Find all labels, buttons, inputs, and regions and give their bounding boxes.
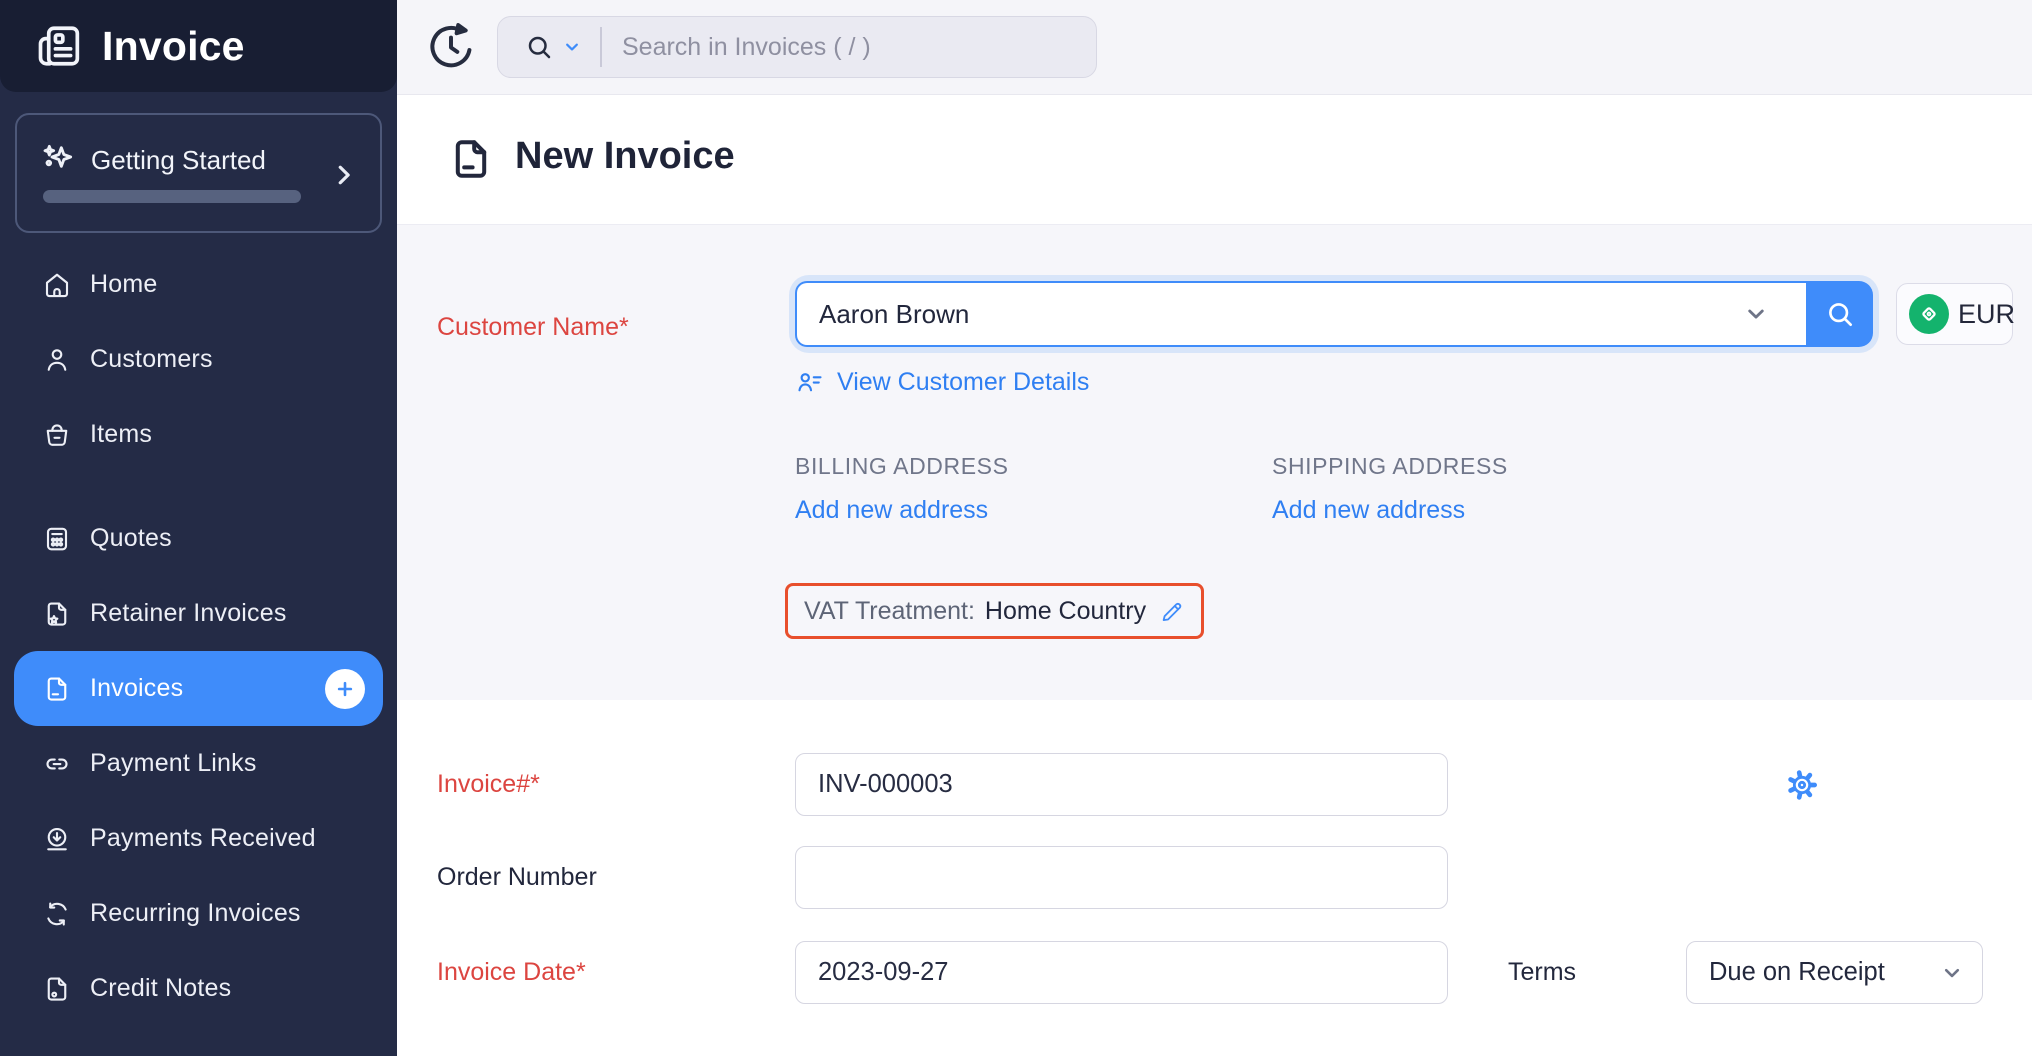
new-invoice-doc-icon bbox=[447, 135, 495, 183]
billing-add-address-link[interactable]: Add new address bbox=[795, 496, 988, 525]
arrow-down-circle-icon bbox=[42, 824, 72, 854]
pencil-icon[interactable] bbox=[1158, 598, 1185, 625]
customer-search-button[interactable] bbox=[1806, 281, 1873, 347]
search-divider bbox=[600, 27, 602, 67]
sidebar-item-label: Recurring Invoices bbox=[90, 899, 301, 928]
vat-treatment-box: VAT Treatment: Home Country bbox=[785, 583, 1204, 639]
sidebar-item-label: Retainer Invoices bbox=[90, 599, 287, 628]
invoice-date-input[interactable] bbox=[795, 941, 1448, 1004]
getting-started-card[interactable]: Getting Started bbox=[15, 113, 382, 233]
sidebar-item-label: Customers bbox=[90, 345, 213, 374]
add-invoice-icon[interactable] bbox=[325, 669, 365, 709]
history-icon[interactable] bbox=[423, 19, 479, 75]
sidebar-item-home[interactable]: Home bbox=[14, 247, 383, 322]
order-number-input[interactable] bbox=[795, 846, 1448, 909]
sidebar-item-customers[interactable]: Customers bbox=[14, 322, 383, 397]
basket-icon bbox=[42, 420, 72, 450]
view-customer-details-link[interactable]: View Customer Details bbox=[795, 367, 1089, 397]
invoice-number-input[interactable] bbox=[795, 753, 1448, 816]
shipping-address-heading: SHIPPING ADDRESS bbox=[1272, 453, 1508, 480]
sidebar-item-label: Credit Notes bbox=[90, 974, 231, 1003]
search-icon bbox=[524, 32, 554, 62]
customer-dropdown-chevron-icon[interactable] bbox=[1743, 301, 1769, 327]
vat-treatment-label: VAT Treatment: bbox=[804, 597, 975, 626]
sidebar-item-label: Items bbox=[90, 420, 152, 449]
refresh-icon bbox=[42, 899, 72, 929]
invoice-logo-icon bbox=[34, 20, 86, 72]
sidebar-item-label: Payment Links bbox=[90, 749, 257, 778]
app-name: Invoice bbox=[102, 23, 245, 70]
home-icon bbox=[42, 270, 72, 300]
terms-chevron-down-icon bbox=[1940, 961, 1964, 985]
terms-label: Terms bbox=[1508, 958, 1576, 987]
vat-treatment-value: Home Country bbox=[985, 597, 1146, 626]
app-logo[interactable]: Invoice bbox=[0, 0, 397, 92]
shipping-add-address-link[interactable]: Add new address bbox=[1272, 496, 1465, 525]
search-input[interactable] bbox=[622, 33, 1076, 62]
invoice-number-label: Invoice#* bbox=[437, 770, 540, 799]
sidebar-item-retainer-invoices[interactable]: Retainer Invoices bbox=[14, 576, 383, 651]
page-title: New Invoice bbox=[515, 135, 735, 178]
doc-minus-icon bbox=[42, 674, 72, 704]
invoice-details-section: Invoice#* Order Number Invoice Date* Ter… bbox=[397, 700, 2032, 1056]
getting-started-progressbar bbox=[43, 190, 301, 203]
customer-name-input[interactable] bbox=[795, 281, 1806, 347]
customer-section: Customer Name* EUR View Customer Details… bbox=[397, 225, 2032, 700]
getting-started-label: Getting Started bbox=[91, 145, 266, 176]
sparkle-icon bbox=[39, 141, 79, 181]
sidebar-item-quotes[interactable]: Quotes bbox=[14, 501, 383, 576]
sidebar: Invoice Getting Started Home Customers Ite… bbox=[0, 0, 397, 1056]
topbar bbox=[397, 0, 2032, 95]
chevron-right-icon bbox=[328, 159, 360, 191]
link-icon bbox=[42, 749, 72, 779]
view-customer-details-label: View Customer Details bbox=[837, 368, 1089, 397]
sidebar-item-label: Quotes bbox=[90, 524, 172, 553]
currency-coin-icon bbox=[1909, 294, 1949, 334]
search-scope-chevron-icon[interactable] bbox=[562, 37, 582, 57]
terms-select[interactable]: Due on Receipt bbox=[1686, 941, 1983, 1004]
sidebar-item-label: Payments Received bbox=[90, 824, 316, 853]
sidebar-item-invoices[interactable]: Invoices bbox=[14, 651, 383, 726]
doc-dot-icon bbox=[42, 974, 72, 1004]
sidebar-item-label: Invoices bbox=[90, 674, 183, 703]
invoice-date-label: Invoice Date* bbox=[437, 958, 586, 987]
person-list-icon bbox=[795, 367, 825, 397]
user-icon bbox=[42, 345, 72, 375]
global-search bbox=[497, 16, 1097, 78]
calculator-icon bbox=[42, 524, 72, 554]
billing-address-heading: BILLING ADDRESS bbox=[795, 453, 1009, 480]
sidebar-item-label: Home bbox=[90, 270, 158, 299]
sidebar-item-credit-notes[interactable]: Credit Notes bbox=[14, 951, 383, 1026]
terms-value: Due on Receipt bbox=[1709, 958, 1940, 987]
sidebar-item-recurring-invoices[interactable]: Recurring Invoices bbox=[14, 876, 383, 951]
page-header: New Invoice bbox=[397, 95, 2032, 225]
customer-name-label: Customer Name* bbox=[437, 313, 629, 342]
order-number-label: Order Number bbox=[437, 863, 597, 892]
currency-code: EUR bbox=[1958, 299, 2015, 330]
sidebar-item-items[interactable]: Items bbox=[14, 397, 383, 472]
sidebar-nav: Home Customers Items Quotes Retainer Invoice… bbox=[0, 247, 397, 1026]
sidebar-item-payments-received[interactable]: Payments Received bbox=[14, 801, 383, 876]
doc-star-icon bbox=[42, 599, 72, 629]
customer-select-group bbox=[795, 281, 1873, 347]
gear-icon[interactable] bbox=[1782, 765, 1822, 805]
currency-button[interactable]: EUR bbox=[1896, 283, 2013, 345]
sidebar-item-payment-links[interactable]: Payment Links bbox=[14, 726, 383, 801]
app-window: Invoice Getting Started Home Customers Ite… bbox=[0, 0, 2032, 1056]
